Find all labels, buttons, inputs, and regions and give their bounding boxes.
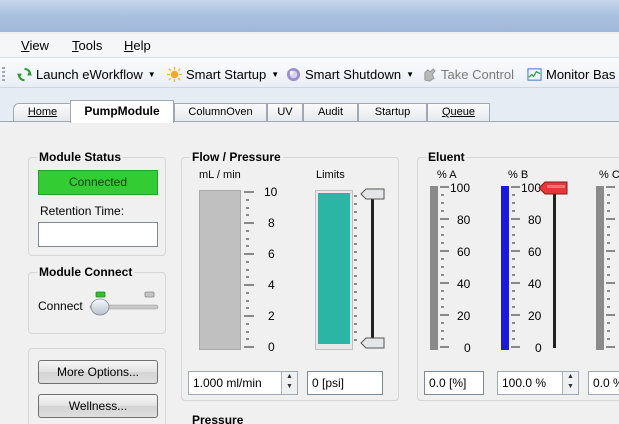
eluent-c-scale-ticks [606, 186, 615, 348]
tab-audit[interactable]: Audit [303, 103, 358, 122]
eluent-a-field[interactable]: 0.0 [%] [424, 371, 484, 395]
pressure-limits-slider[interactable] [351, 186, 391, 354]
flow-unit-label: mL / min [199, 169, 241, 181]
window-titlebar [0, 0, 619, 32]
connect-toggle-slider[interactable] [88, 288, 160, 318]
menu-tools[interactable]: Tools [72, 38, 102, 53]
launch-eworkflow-button[interactable]: Launch eWorkflow ▼ [17, 65, 156, 83]
pressure-title: Pressure [190, 413, 246, 424]
launch-eworkflow-label: Launch eWorkflow [36, 66, 143, 82]
flow-pressure-title: Flow / Pressure [190, 150, 283, 164]
eluent-a-scale-label: 100 [450, 181, 471, 195]
eluent-b-slider[interactable] [534, 180, 574, 356]
chevron-down-icon[interactable]: ▼ [148, 70, 156, 79]
smart-startup-button[interactable]: Smart Startup ▼ [167, 65, 279, 83]
flow-rate-bar [199, 190, 241, 350]
toolbar-grip[interactable] [2, 67, 5, 83]
eluent-a-scale-label: 60 [457, 245, 471, 259]
eluent-c-label: % C [599, 169, 619, 181]
tab-startup[interactable]: Startup [358, 103, 427, 122]
smart-shutdown-button[interactable]: Smart Shutdown ▼ [286, 65, 414, 83]
monitor-chart-icon [527, 67, 542, 81]
tab-audit-label: Audit [317, 106, 344, 118]
retention-time-label: Retention Time: [40, 204, 125, 218]
sun-icon [167, 66, 182, 82]
connect-label: Connect [38, 299, 83, 313]
tab-pumpmodule[interactable]: PumpModule [70, 100, 174, 123]
smart-startup-label: Smart Startup [186, 66, 267, 82]
tab-home[interactable]: Home [13, 103, 72, 122]
chevron-down-icon[interactable]: ▼ [271, 70, 279, 79]
wellness-button[interactable]: Wellness... [38, 394, 158, 418]
eluent-a-scale-label: 40 [457, 277, 471, 291]
eluent-b-value: 100.0 % [502, 376, 547, 390]
tab-columnoven-label: ColumnOven [188, 106, 253, 118]
eluent-a-bar [430, 186, 438, 350]
flow-scale-label: 8 [268, 216, 275, 230]
pressure-limits-bar [318, 193, 350, 344]
flow-rate-field[interactable]: 1.000 ml/min ▲ ▼ [188, 371, 298, 395]
tab-pumpmodule-label: PumpModule [84, 104, 160, 118]
module-status-title: Module Status [37, 150, 124, 164]
eluent-b-field[interactable]: 100.0 % ▲ ▼ [497, 371, 579, 395]
eluent-b-label: % B [508, 169, 529, 181]
menu-help[interactable]: Help [124, 38, 151, 53]
connection-status-indicator: Connected [38, 170, 158, 195]
toolbar: Launch eWorkflow ▼ Smart Startup ▼ Smart… [0, 58, 619, 88]
eluent-c-field[interactable]: 0.0 % [588, 371, 619, 395]
flow-scale-label: 4 [268, 278, 275, 292]
eluent-c-bar [596, 186, 604, 350]
chevron-down-icon[interactable]: ▼ [406, 70, 414, 79]
tab-strip: Home PumpModule ColumnOven UV Audit Star… [0, 88, 619, 123]
eluent-title: Eluent [426, 150, 467, 164]
monitor-baseline-button[interactable]: Monitor Bas [527, 65, 615, 83]
pressure-value-field[interactable]: 0 [psi] [307, 371, 383, 395]
menu-view[interactable]: View [21, 38, 49, 53]
tab-uv-label: UV [277, 106, 293, 118]
tab-columnoven[interactable]: ColumnOven [174, 103, 267, 122]
refresh-cycle-icon [17, 67, 32, 81]
flow-scale-label: 0 [268, 340, 275, 354]
tab-home-label: Home [27, 106, 58, 118]
flow-scale-ticks [244, 191, 254, 348]
eluent-b-bar [501, 186, 509, 350]
module-connect-title: Module Connect [37, 265, 135, 279]
flow-rate-spinner[interactable]: ▲ ▼ [281, 372, 297, 394]
menu-bar: View Tools Help [0, 34, 619, 58]
eluent-a-scale-ticks [440, 186, 449, 348]
take-control-label: Take Control [441, 66, 514, 82]
eluent-a-scale-label: 0 [464, 341, 471, 355]
limits-label: Limits [316, 169, 345, 181]
flow-rate-value: 1.000 ml/min [193, 376, 262, 390]
eluent-b-spinner[interactable]: ▲ ▼ [562, 372, 578, 394]
eluent-a-scale-label: 20 [457, 309, 471, 323]
flow-scale-label: 6 [268, 247, 275, 261]
tab-queue[interactable]: Queue [427, 103, 490, 122]
retention-time-field[interactable] [38, 222, 158, 247]
monitor-baseline-label: Monitor Bas [546, 66, 616, 82]
flow-scale-label: 2 [268, 309, 275, 323]
eluent-b-scale-ticks [511, 186, 520, 348]
hand-icon [424, 67, 436, 81]
take-control-button[interactable]: Take Control [422, 65, 514, 83]
eluent-a-scale-label: 80 [457, 213, 471, 227]
flow-scale-label: 10 [264, 185, 278, 199]
tab-uv[interactable]: UV [267, 103, 303, 122]
more-options-button[interactable]: More Options... [38, 360, 158, 384]
smart-shutdown-label: Smart Shutdown [305, 66, 402, 82]
eluent-a-label: % A [437, 169, 457, 181]
tab-queue-label: Queue [441, 106, 476, 118]
moon-icon [286, 67, 301, 81]
tab-startup-label: Startup [374, 106, 411, 118]
